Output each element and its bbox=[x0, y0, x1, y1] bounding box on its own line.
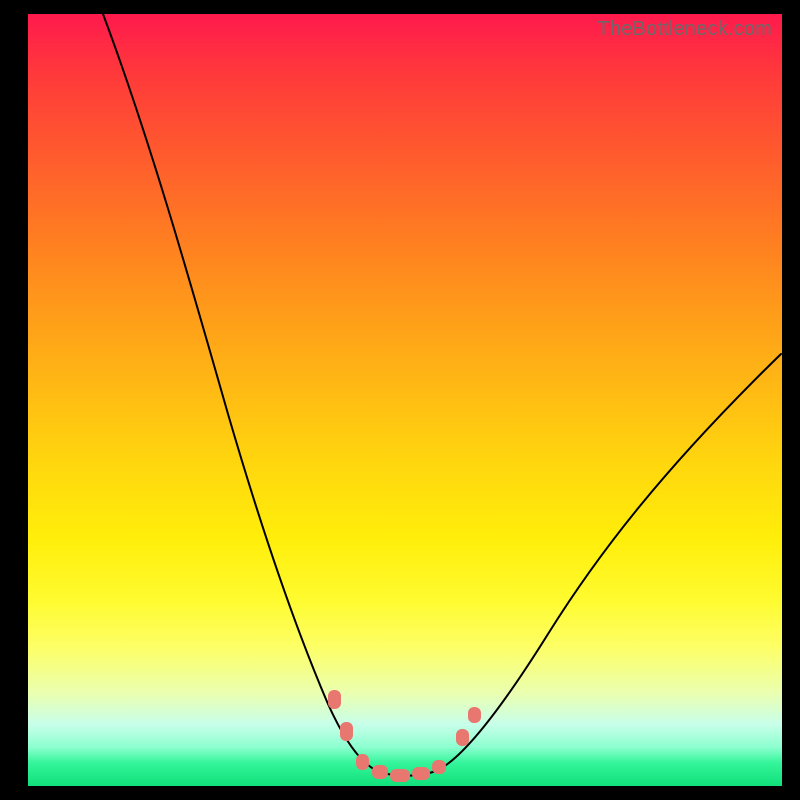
marker-dot bbox=[412, 767, 430, 780]
chart-svg bbox=[28, 14, 782, 786]
bottleneck-curve bbox=[103, 14, 781, 776]
marker-dot bbox=[372, 765, 388, 779]
marker-dot bbox=[328, 690, 341, 709]
marker-dot bbox=[390, 769, 410, 782]
marker-dot bbox=[468, 707, 481, 723]
marker-dot bbox=[356, 754, 369, 770]
marker-dot bbox=[432, 760, 446, 774]
marker-group bbox=[328, 690, 481, 782]
marker-dot bbox=[340, 722, 353, 741]
chart-frame: TheBottleneck.com bbox=[0, 0, 800, 800]
plot-area: TheBottleneck.com bbox=[28, 14, 782, 786]
marker-dot bbox=[456, 729, 469, 746]
